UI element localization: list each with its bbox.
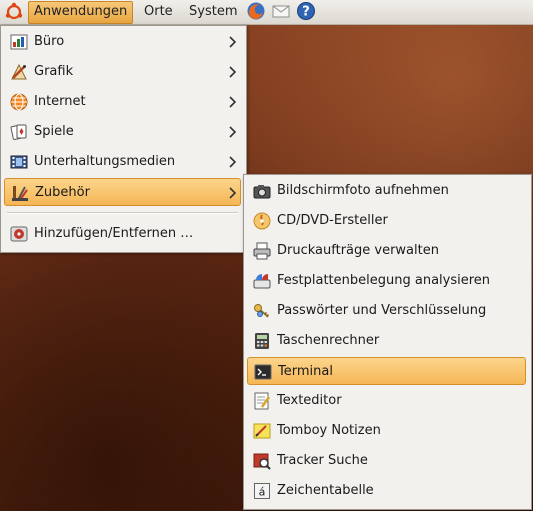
svg-text:á: á: [259, 486, 266, 499]
menu-item-label: Zubehör: [35, 185, 90, 200]
places-menu[interactable]: Orte: [139, 1, 178, 22]
menu-item-office[interactable]: Büro: [4, 28, 241, 56]
menu-item-tracker-search[interactable]: Tracker Suche: [247, 447, 526, 475]
printer-icon: [253, 242, 271, 260]
menu-item-disk-usage[interactable]: Festplattenbelegung analysieren: [247, 267, 526, 295]
menu-item-label: Grafik: [34, 64, 74, 79]
character-map-icon: á: [254, 483, 270, 499]
chevron-right-icon: [229, 126, 237, 138]
chevron-right-icon: [229, 156, 237, 168]
accessories-submenu: Bildschirmfoto aufnehmen CD/DVD-Erstelle…: [243, 174, 532, 510]
graphics-icon: [11, 63, 27, 80]
menu-item-label: Büro: [34, 34, 65, 49]
text-editor-icon: [254, 392, 271, 410]
camera-icon: [253, 185, 271, 199]
menu-separator: [7, 212, 238, 214]
menu-item-terminal[interactable]: Terminal: [247, 357, 526, 385]
menu-item-label: CD/DVD-Ersteller: [277, 213, 388, 228]
menu-item-label: Tomboy Notizen: [277, 423, 381, 438]
menu-item-label: Spiele: [34, 124, 74, 139]
games-icon: [10, 124, 27, 140]
menu-item-tomboy-notes[interactable]: Tomboy Notizen: [247, 417, 526, 445]
menu-item-internet[interactable]: Internet: [4, 88, 241, 116]
chevron-right-icon: [229, 36, 237, 48]
menu-item-calculator[interactable]: Taschenrechner: [247, 327, 526, 355]
keys-icon: [254, 304, 270, 318]
menu-item-passwords-encryption[interactable]: Passwörter und Verschlüsselung: [247, 297, 526, 325]
menu-item-label: Taschenrechner: [277, 333, 380, 348]
help-icon[interactable]: ?: [296, 1, 316, 21]
system-menu[interactable]: System: [184, 1, 242, 22]
applications-dropdown: Büro Grafik Internet Spiele Unterhaltung…: [0, 25, 247, 253]
terminal-icon: [254, 364, 272, 380]
menu-item-text-editor[interactable]: Texteditor: [247, 387, 526, 415]
menu-item-label: Terminal: [278, 364, 333, 379]
office-icon: [10, 34, 28, 50]
menu-item-label: Tracker Suche: [277, 453, 368, 468]
menu-item-accessories[interactable]: Zubehör: [4, 178, 241, 206]
internet-icon: [10, 93, 28, 111]
firefox-icon[interactable]: [246, 1, 266, 21]
svg-text:?: ?: [302, 5, 310, 20]
menu-item-label: Internet: [34, 94, 86, 109]
menu-item-label: Texteditor: [277, 393, 342, 408]
top-panel: Anwendungen Orte System ?: [0, 0, 533, 25]
menu-item-label: Bildschirmfoto aufnehmen: [277, 183, 449, 198]
menu-item-label: Zeichentabelle: [277, 483, 374, 498]
notes-icon: [253, 423, 271, 439]
menu-item-label: Druckaufträge verwalten: [277, 243, 439, 258]
calculator-icon: [255, 333, 269, 349]
search-tool-icon: [253, 453, 271, 470]
menu-item-graphics[interactable]: Grafik: [4, 58, 241, 86]
menu-item-print-jobs[interactable]: Druckaufträge verwalten: [247, 237, 526, 265]
applications-menu[interactable]: Anwendungen: [28, 1, 134, 24]
menu-item-label: Unterhaltungsmedien: [34, 154, 176, 169]
menu-item-cd-dvd-creator[interactable]: CD/DVD-Ersteller: [247, 207, 526, 235]
menu-item-screenshot[interactable]: Bildschirmfoto aufnehmen: [247, 177, 526, 205]
chevron-right-icon: [229, 66, 237, 78]
menu-item-add-remove[interactable]: Hinzufügen/Entfernen …: [4, 220, 241, 248]
menu-item-label: Passwörter und Verschlüsselung: [277, 303, 487, 318]
menu-item-character-map[interactable]: á Zeichentabelle: [247, 477, 526, 505]
accessories-icon: [12, 186, 28, 201]
menu-item-games[interactable]: Spiele: [4, 118, 241, 146]
menu-item-multimedia[interactable]: Unterhaltungsmedien: [4, 148, 241, 176]
ubuntu-logo-icon: [5, 2, 23, 20]
disk-usage-icon: [253, 274, 271, 289]
menu-item-label: Hinzufügen/Entfernen …: [34, 226, 194, 241]
menu-item-label: Festplattenbelegung analysieren: [277, 273, 491, 288]
add-remove-icon: [10, 226, 28, 242]
chevron-right-icon: [229, 96, 237, 108]
multimedia-icon: [10, 155, 28, 169]
disc-burner-icon: [253, 212, 271, 230]
mail-icon[interactable]: [271, 1, 291, 21]
chevron-right-icon: [229, 187, 237, 199]
